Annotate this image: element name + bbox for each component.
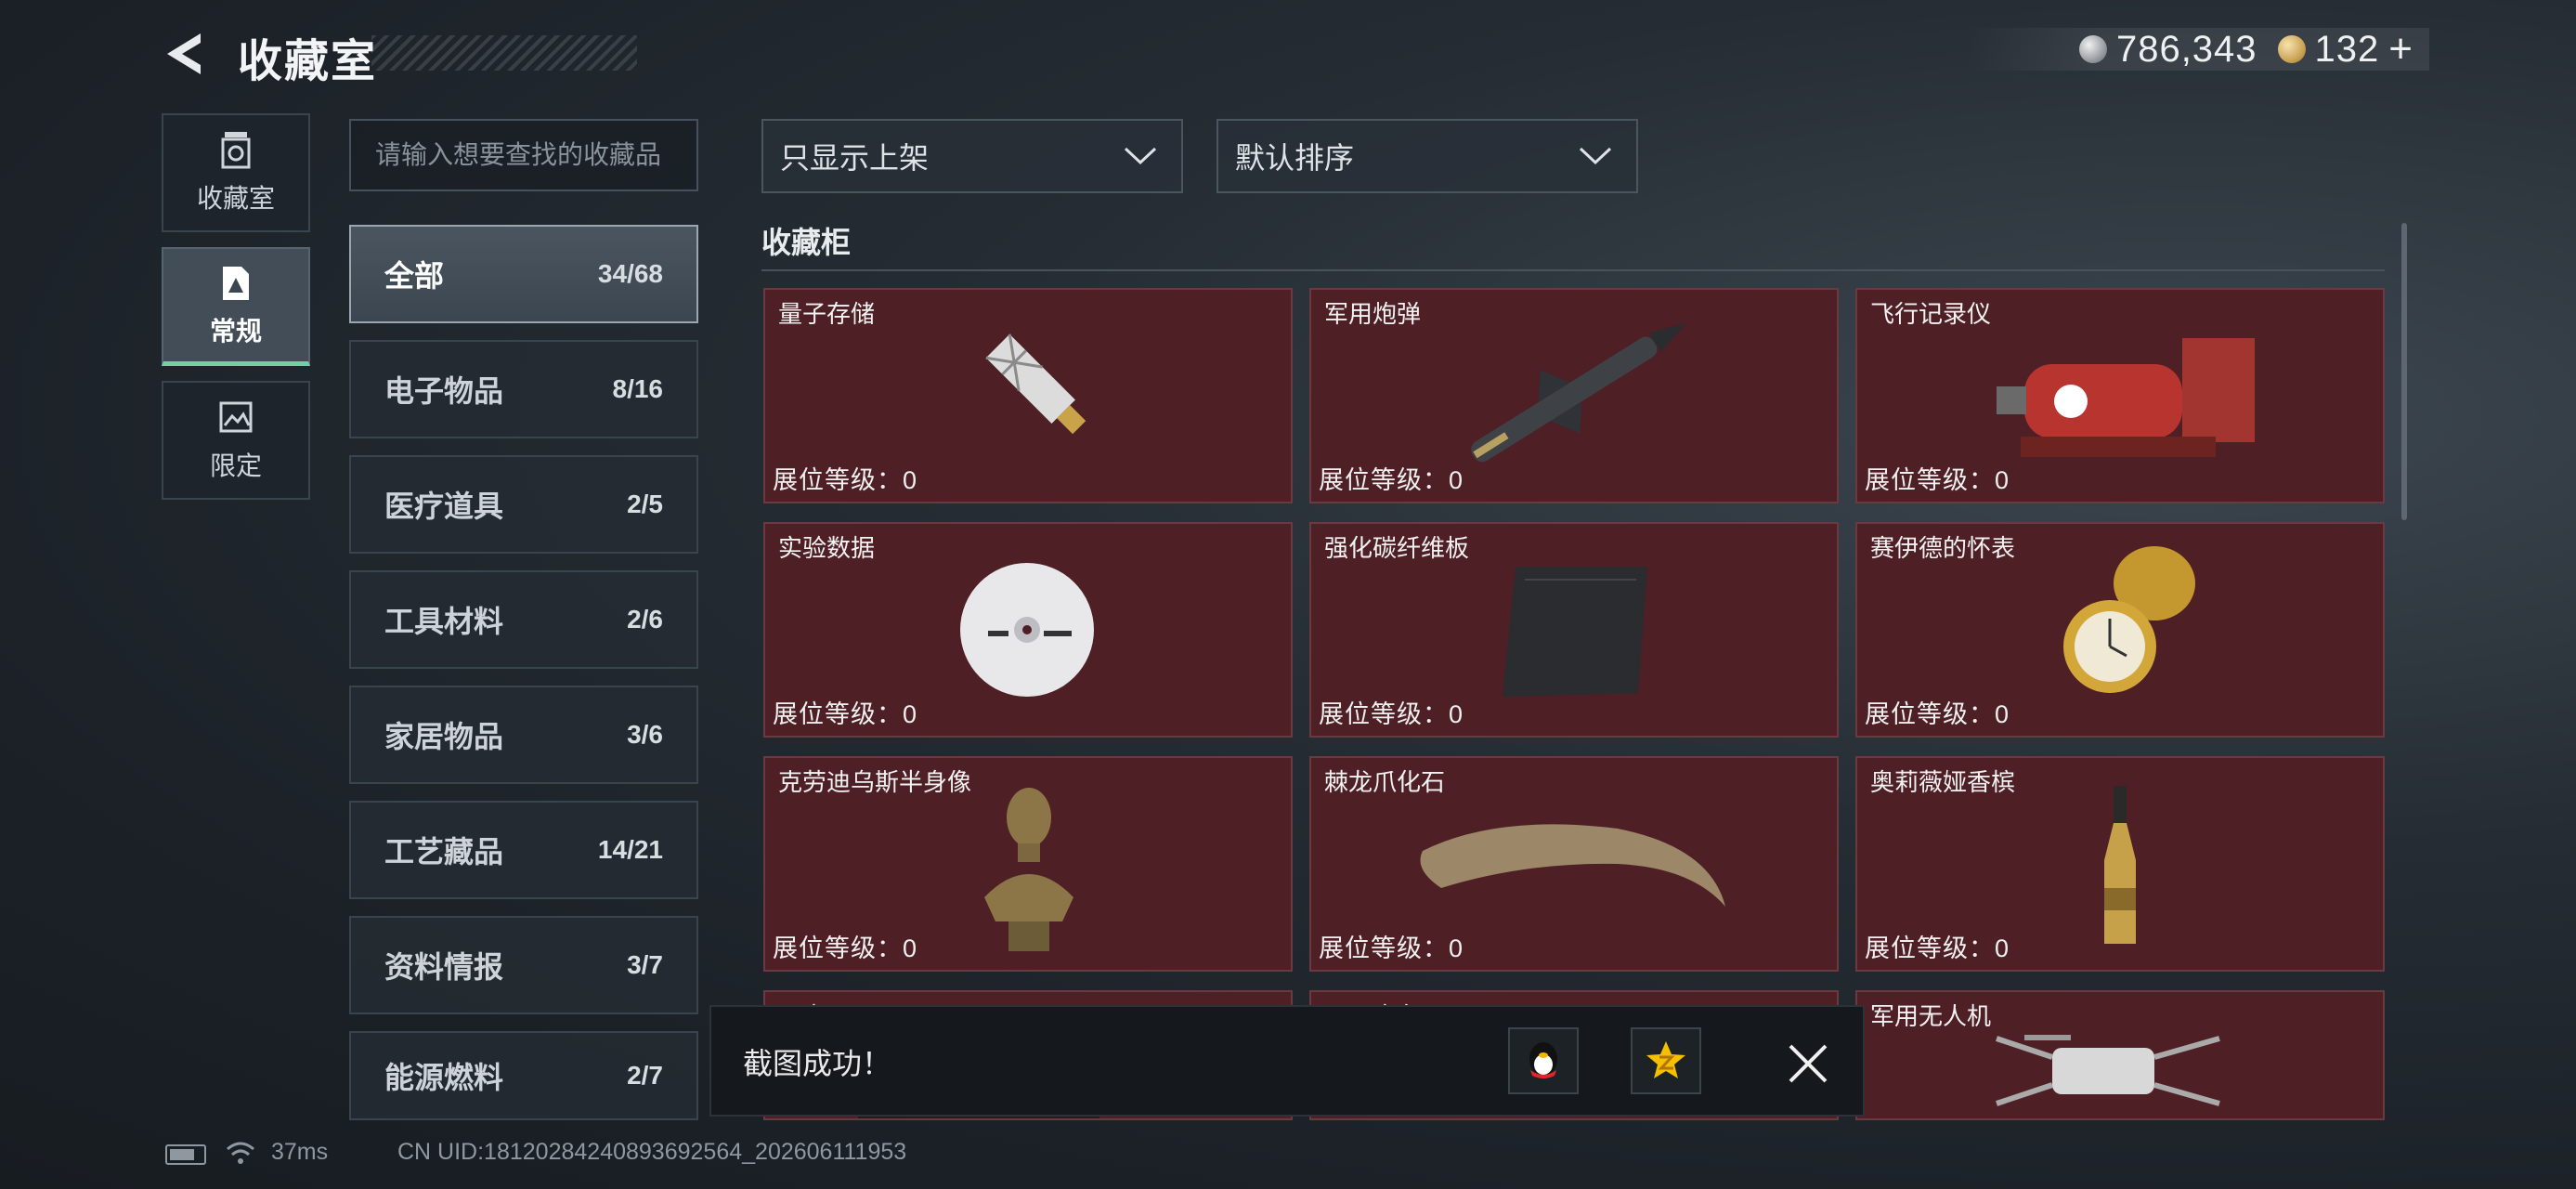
rail-label: 限定	[209, 451, 262, 480]
share-qq-button[interactable]	[1508, 1027, 1579, 1094]
collection-card[interactable]: 棘龙爪化石 展位等级：0	[1309, 756, 1839, 972]
category-count: 2/7	[627, 1061, 663, 1090]
category-crafts[interactable]: 工艺藏品 14/21	[349, 801, 698, 899]
wifi-icon	[227, 1142, 254, 1164]
category-label: 工艺藏品	[384, 835, 504, 869]
display-level: 展位等级：0	[1865, 466, 2010, 494]
collection-card[interactable]: 量子存储 展位等级：0	[763, 288, 1293, 503]
item-name: 量子存储	[778, 300, 876, 328]
filter-dropdown[interactable]: 只显示上架	[761, 119, 1183, 193]
uid-text: CN UID:1812028424089369256​4_20260611195…	[397, 1139, 907, 1165]
category-count: 14/21	[597, 835, 663, 864]
item-name: 棘龙爪化石	[1324, 768, 1446, 796]
category-intel[interactable]: 资料情报 3/7	[349, 916, 698, 1014]
collection-card[interactable]: 克劳迪乌斯半身像 展位等级：0	[763, 756, 1293, 972]
category-count: 3/6	[627, 720, 663, 749]
section-title: 收藏柜	[761, 226, 852, 259]
frame-icon	[219, 401, 253, 433]
rail-label: 常规	[209, 316, 262, 346]
qzone-star-icon	[1646, 1041, 1685, 1078]
display-level: 展位等级：0	[1319, 934, 1464, 962]
battery-icon	[165, 1144, 206, 1165]
category-label: 工具材料	[384, 605, 504, 638]
category-count: 2/5	[627, 490, 663, 518]
chevron-down-icon	[1579, 147, 1612, 165]
filter-value: 只显示上架	[780, 141, 930, 175]
document-icon	[223, 266, 249, 300]
gold-currency-value: 132	[2314, 28, 2380, 70]
category-count: 8/16	[612, 374, 664, 403]
chevron-down-icon	[1124, 147, 1157, 165]
collection-card[interactable]: 实验数据 展位等级：0	[763, 522, 1293, 738]
display-level: 展位等级：0	[1865, 700, 2010, 728]
item-name: 军用炮弹	[1324, 300, 1422, 328]
category-label: 资料情报	[384, 950, 504, 984]
category-household[interactable]: 家居物品 3/6	[349, 686, 698, 784]
trophy-icon	[221, 132, 251, 169]
category-all[interactable]: 全部 34/68	[349, 225, 698, 323]
share-qzone-button[interactable]	[1631, 1027, 1701, 1094]
collection-card[interactable]: 飞行记录仪 展位等级：0	[1855, 288, 2385, 503]
item-name: 实验数据	[778, 534, 876, 562]
rail-label: 收藏室	[196, 184, 275, 213]
display-level: 展位等级：0	[1319, 700, 1464, 728]
item-name: 军用无人机	[1870, 1002, 1992, 1030]
scrollbar[interactable]	[2401, 223, 2407, 520]
sort-dropdown[interactable]: 默认排序	[1216, 119, 1638, 193]
collection-card[interactable]: 军用无人机	[1855, 990, 2385, 1120]
silver-coin-icon	[2078, 35, 2107, 63]
screenshot-toast: 截图成功！	[709, 1005, 1865, 1117]
category-energy[interactable]: 能源燃料 2/7	[349, 1031, 698, 1120]
rail-item-regular[interactable]: 常规	[162, 247, 310, 366]
display-level: 展位等级：0	[773, 700, 918, 728]
item-name: 奥莉薇娅香槟	[1870, 768, 2016, 796]
category-medical[interactable]: 医疗道具 2/5	[349, 455, 698, 554]
category-label: 能源燃料	[384, 1061, 504, 1094]
collection-card[interactable]: 奥莉薇娅香槟 展位等级：0	[1855, 756, 2385, 972]
item-name: 克劳迪乌斯半身像	[778, 768, 972, 796]
category-label: 电子物品	[384, 374, 504, 408]
category-tools[interactable]: 工具材料 2/6	[349, 570, 698, 669]
close-icon[interactable]	[1785, 1040, 1831, 1087]
rail-item-collection[interactable]: 收藏室	[162, 113, 310, 232]
collection-card[interactable]: 军用炮弹 展位等级：0	[1309, 288, 1839, 503]
add-currency-button[interactable]: +	[2388, 26, 2413, 72]
back-arrow-icon[interactable]	[160, 28, 212, 80]
sort-value: 默认排序	[1235, 141, 1355, 175]
title-decoration	[371, 35, 637, 71]
search-input[interactable]	[375, 140, 672, 170]
item-name: 强化碳纤维板	[1324, 534, 1470, 562]
toast-message: 截图成功！	[743, 1047, 892, 1080]
category-count: 3/7	[627, 950, 663, 979]
collection-card[interactable]: 赛伊德的怀表 展位等级：0	[1855, 522, 2385, 738]
collection-card[interactable]: 强化碳纤维板 展位等级：0	[1309, 522, 1839, 738]
category-label: 医疗道具	[384, 490, 504, 523]
category-label: 全部	[384, 259, 445, 293]
display-level: 展位等级：0	[773, 466, 918, 494]
search-box[interactable]	[349, 119, 698, 191]
currency-bar: 786,343 132 +	[1965, 26, 2429, 72]
gold-coin-icon	[2277, 35, 2306, 63]
display-level: 展位等级：0	[1319, 466, 1464, 494]
page-title: 收藏室	[238, 37, 378, 86]
item-name: 飞行记录仪	[1870, 300, 1992, 328]
item-name: 赛伊德的怀表	[1870, 534, 2016, 562]
section-divider	[761, 269, 2385, 271]
category-label: 家居物品	[384, 720, 504, 753]
ping-value: 37ms	[271, 1139, 329, 1165]
category-count: 2/6	[627, 605, 663, 634]
display-level: 展位等级：0	[773, 934, 918, 962]
display-level: 展位等级：0	[1865, 934, 2010, 962]
qq-penguin-icon	[1529, 1042, 1557, 1078]
silver-currency-value: 786,343	[2115, 28, 2257, 70]
rail-item-limited[interactable]: 限定	[162, 381, 310, 500]
category-count: 34/68	[597, 259, 663, 288]
category-electronics[interactable]: 电子物品 8/16	[349, 340, 698, 438]
